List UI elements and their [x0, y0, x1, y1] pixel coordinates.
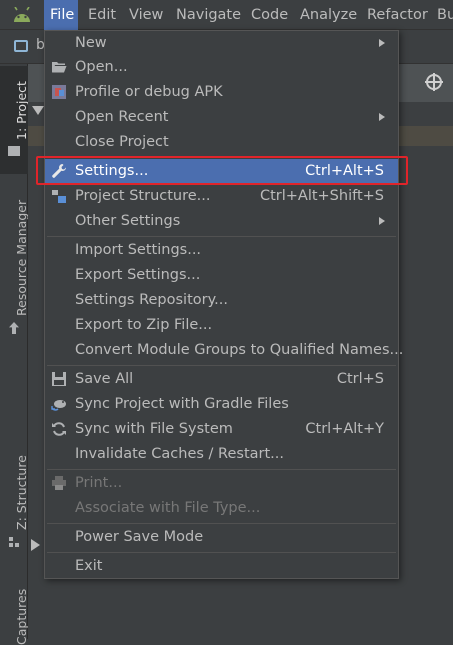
menu-item-import-settings[interactable]: Import Settings... [45, 238, 398, 262]
menu-bar: File Edit View Navigate Code Analyze Ref… [0, 0, 453, 30]
menu-item-convert-module-groups[interactable]: Convert Module Groups to Qualified Names… [45, 338, 403, 362]
menu-item-settings-repository[interactable]: Settings Repository... [45, 288, 398, 312]
tab-captures[interactable]: Captures [14, 589, 29, 645]
menu-item-close-project[interactable]: Close Project [45, 130, 398, 154]
submenu-arrow-icon [379, 113, 385, 121]
menu-item-new[interactable]: New [45, 31, 398, 55]
menu-separator [47, 523, 396, 524]
menu-item-associate-file-type[interactable]: Associate with File Type... [45, 496, 398, 520]
menu-separator [47, 365, 396, 366]
tab-project[interactable]: 1: Project [14, 81, 29, 140]
collapse-arrow-icon[interactable] [31, 539, 40, 551]
menu-item-print[interactable]: Print... [45, 471, 398, 495]
android-icon [14, 7, 30, 22]
menu-code[interactable]: Code [251, 0, 288, 30]
project-structure-icon [52, 190, 66, 203]
folder-icon [8, 146, 20, 156]
menu-separator [47, 236, 396, 237]
menu-navigate[interactable]: Navigate [176, 0, 241, 30]
apk-icon [52, 85, 66, 99]
menu-file[interactable]: File [44, 0, 78, 30]
tab-structure[interactable]: Z: Structure [14, 455, 29, 530]
menu-separator [47, 469, 396, 470]
print-icon [52, 476, 66, 490]
menu-item-project-structure[interactable]: Project Structure... Ctrl+Alt+Shift+S [45, 184, 398, 208]
menu-item-open-recent[interactable]: Open Recent [45, 105, 398, 129]
module-icon [14, 40, 28, 52]
menu-item-power-save-mode[interactable]: Power Save Mode [45, 525, 398, 549]
structure-icon [9, 537, 19, 547]
menu-item-sync-file-system[interactable]: Sync with File System Ctrl+Alt+Y [45, 417, 398, 441]
folder-open-icon [52, 62, 67, 73]
save-icon [52, 372, 66, 386]
menu-item-exit[interactable]: Exit [45, 554, 398, 578]
locate-icon[interactable] [425, 73, 443, 91]
menu-analyze[interactable]: Analyze [300, 0, 357, 30]
menu-item-export-settings[interactable]: Export Settings... [45, 263, 398, 287]
menu-item-other-settings[interactable]: Other Settings [45, 209, 398, 233]
menu-item-sync-gradle[interactable]: Sync Project with Gradle Files [45, 392, 398, 416]
file-menu: New Open... Profile or debug APK Open Re… [44, 30, 403, 579]
menu-item-save-all[interactable]: Save All Ctrl+S [45, 367, 398, 391]
menu-refactor[interactable]: Refactor [367, 0, 428, 30]
menu-view[interactable]: View [129, 0, 163, 30]
menu-edit[interactable]: Edit [88, 0, 116, 30]
gradle-sync-icon [51, 400, 66, 411]
submenu-arrow-icon [379, 217, 385, 225]
settings-highlight-box [36, 156, 408, 185]
tab-resource-manager[interactable]: Resource Manager [14, 200, 29, 316]
menu-build[interactable]: Bu [437, 0, 453, 30]
menu-item-open[interactable]: Open... [45, 55, 398, 79]
menu-item-invalidate-caches[interactable]: Invalidate Caches / Restart... [45, 442, 398, 466]
menu-separator [47, 552, 396, 553]
menu-item-profile-debug-apk[interactable]: Profile or debug APK [45, 80, 398, 104]
expand-arrow-icon[interactable] [32, 106, 44, 115]
menu-item-export-zip[interactable]: Export to Zip File... [45, 313, 398, 337]
refresh-icon [52, 422, 66, 436]
submenu-arrow-icon [379, 39, 385, 47]
